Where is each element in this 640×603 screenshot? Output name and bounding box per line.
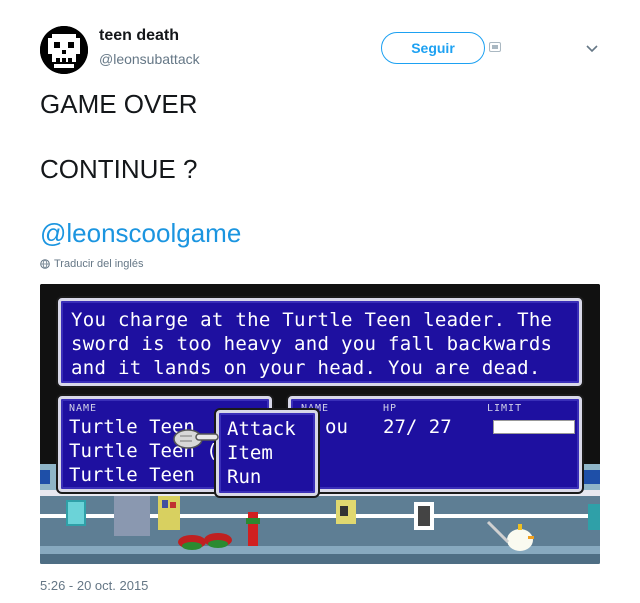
follow-button[interactable]: Seguir	[381, 32, 485, 64]
command-run[interactable]: Run	[227, 465, 307, 489]
avatar[interactable]	[40, 26, 88, 74]
command-item[interactable]: Item	[227, 441, 307, 465]
message-line: sword is too heavy and you fall backward…	[71, 333, 553, 355]
tweet-text-line-1: GAME OVER	[40, 89, 198, 119]
status-limit-header: LIMIT	[487, 403, 523, 414]
limit-gauge	[493, 420, 575, 434]
player-status-window: NAME HP LIMIT ou 27/ 27	[288, 396, 582, 492]
message-line: and it lands on your head. You are dead.	[71, 357, 541, 379]
tweet-timestamp[interactable]: 5:26 - 20 oct. 2015	[40, 578, 148, 593]
battle-message-window: You charge at the Turtle Teen leader. Th…	[58, 298, 582, 386]
skull-avatar-icon	[40, 26, 88, 74]
chevron-down-icon[interactable]	[584, 40, 600, 56]
command-attack[interactable]: Attack	[227, 417, 307, 441]
translate-label: Traducir del inglés	[54, 258, 144, 270]
display-name[interactable]: teen death	[99, 27, 179, 45]
game-screenshot[interactable]: You charge at the Turtle Teen leader. Th…	[40, 284, 600, 564]
hand-cursor-icon	[173, 429, 219, 449]
player-name: ou	[325, 416, 348, 438]
globe-icon	[40, 259, 50, 269]
status-hp-header: HP	[383, 403, 398, 414]
user-handle[interactable]: @leonsubattack	[99, 51, 200, 67]
tweet-text-line-2: CONTINUE ?	[40, 154, 198, 184]
mention-link[interactable]: @leonscoolgame	[40, 218, 241, 248]
command-menu-window: Attack Item Run	[216, 410, 318, 496]
translate-link[interactable]: Traducir del inglés	[40, 258, 143, 270]
message-line: You charge at the Turtle Teen leader. Th…	[71, 309, 553, 331]
player-hp: 27/ 27	[383, 416, 452, 438]
follow-extra-icon[interactable]	[489, 42, 501, 52]
